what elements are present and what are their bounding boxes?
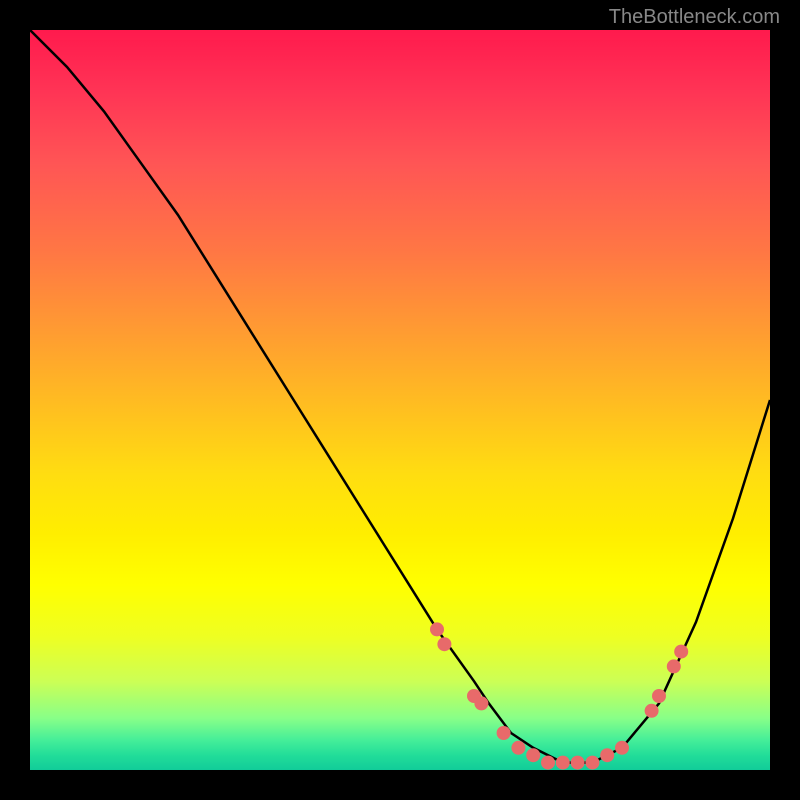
chart-container: TheBottleneck.com xyxy=(0,0,800,800)
data-markers xyxy=(430,622,688,769)
curve-line xyxy=(30,30,770,763)
plot-area xyxy=(30,30,770,770)
watermark-text: TheBottleneck.com xyxy=(609,6,780,29)
chart-svg xyxy=(30,30,770,770)
